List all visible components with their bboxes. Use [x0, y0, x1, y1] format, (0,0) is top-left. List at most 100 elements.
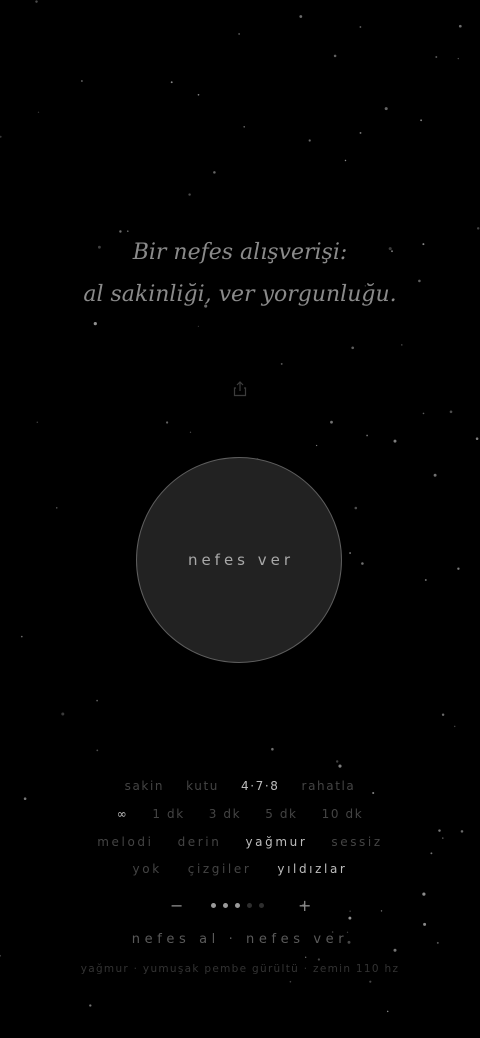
quote: Bir nefes alışverişi: al sakinliği, ver … — [0, 232, 480, 316]
star — [393, 948, 397, 952]
star — [20, 635, 23, 638]
pattern-option-rahatla[interactable]: rahatla — [302, 779, 356, 793]
star — [441, 713, 445, 716]
star — [401, 344, 403, 346]
star — [438, 829, 441, 832]
star — [384, 107, 388, 111]
star — [61, 712, 65, 716]
star — [197, 325, 199, 327]
star — [458, 24, 462, 28]
star — [359, 26, 362, 28]
pattern-options: sakin kutu 4·7·8 rahatla — [0, 779, 480, 793]
star — [348, 916, 352, 920]
duration-option-infinite[interactable]: ∞ — [117, 807, 129, 821]
volume-dot — [259, 903, 264, 908]
pattern-option-478[interactable]: 4·7·8 — [241, 779, 280, 793]
star — [93, 322, 97, 326]
quote-line-1: Bir nefes alışverişi: — [132, 240, 348, 265]
duration-option-3[interactable]: 3 dk — [209, 807, 241, 821]
star — [289, 980, 292, 983]
share-icon[interactable] — [231, 380, 249, 398]
star — [56, 507, 58, 509]
star — [420, 119, 423, 122]
volume-control: − + — [0, 896, 480, 916]
star — [0, 954, 1, 957]
star — [305, 956, 307, 958]
pattern-option-sakin[interactable]: sakin — [125, 779, 165, 793]
star — [435, 56, 438, 58]
duration-option-1[interactable]: 1 dk — [152, 807, 184, 821]
star — [354, 506, 358, 510]
star — [81, 80, 83, 82]
breath-status-text: nefes al · nefes ver — [131, 932, 349, 947]
pattern-option-kutu[interactable]: kutu — [186, 779, 219, 793]
sound-option-yagmur[interactable]: yağmur — [245, 835, 307, 849]
volume-up-button[interactable]: + — [298, 896, 311, 916]
star — [422, 412, 425, 415]
star — [457, 567, 460, 570]
star — [0, 135, 2, 138]
star — [170, 81, 173, 84]
visual-option-yok[interactable]: yok — [133, 862, 162, 876]
breath-phase-label: nefes ver — [187, 551, 295, 569]
star — [359, 131, 362, 134]
star — [213, 171, 216, 174]
star — [449, 410, 453, 414]
star — [476, 227, 480, 230]
visual-options: yok çizgiler yıldızlar — [0, 862, 480, 876]
star — [37, 111, 40, 113]
volume-dot — [235, 903, 240, 908]
star — [197, 93, 200, 96]
star — [475, 437, 479, 440]
star — [299, 15, 303, 18]
star — [280, 362, 283, 365]
star — [36, 421, 39, 424]
star — [23, 797, 27, 800]
sound-option-derin[interactable]: derin — [178, 835, 222, 849]
star — [338, 764, 342, 768]
star — [243, 125, 246, 128]
duration-option-5[interactable]: 5 dk — [265, 807, 297, 821]
star — [333, 54, 337, 58]
star — [315, 444, 318, 447]
breath-circle[interactable]: nefes ver — [136, 457, 342, 663]
star — [188, 193, 191, 196]
star — [189, 431, 192, 433]
star — [424, 579, 427, 581]
star — [35, 0, 38, 3]
volume-down-button[interactable]: − — [170, 896, 183, 916]
star — [351, 346, 355, 350]
star — [96, 699, 98, 702]
sound-options: melodi derin yağmur sessiz — [0, 835, 480, 849]
star — [386, 1010, 389, 1013]
star — [361, 562, 364, 565]
star — [89, 1004, 92, 1007]
volume-dot — [223, 903, 228, 908]
star — [349, 552, 352, 554]
star — [308, 139, 311, 142]
volume-dot — [211, 903, 216, 908]
star — [453, 725, 456, 728]
star — [166, 421, 169, 424]
sound-option-melodi[interactable]: melodi — [97, 835, 153, 849]
star — [457, 57, 459, 60]
star — [96, 749, 99, 752]
star — [344, 159, 347, 162]
star — [317, 958, 321, 961]
visual-option-yildizlar[interactable]: yıldızlar — [277, 862, 347, 876]
star — [238, 33, 240, 35]
duration-option-10[interactable]: 10 dk — [322, 807, 364, 821]
star — [433, 473, 437, 477]
star — [430, 852, 433, 855]
duration-options: ∞ 1 dk 3 dk 5 dk 10 dk — [0, 807, 480, 821]
star — [366, 434, 368, 437]
quote-line-2: al sakinliği, ver yorgunluğu. — [83, 282, 397, 307]
star — [460, 830, 464, 833]
volume-dot — [247, 903, 252, 908]
volume-level-indicator — [211, 903, 271, 908]
sound-option-sessiz[interactable]: sessiz — [331, 835, 382, 849]
star — [271, 747, 274, 751]
star — [393, 439, 397, 443]
visual-option-cizgiler[interactable]: çizgiler — [188, 862, 252, 876]
star — [423, 922, 427, 926]
